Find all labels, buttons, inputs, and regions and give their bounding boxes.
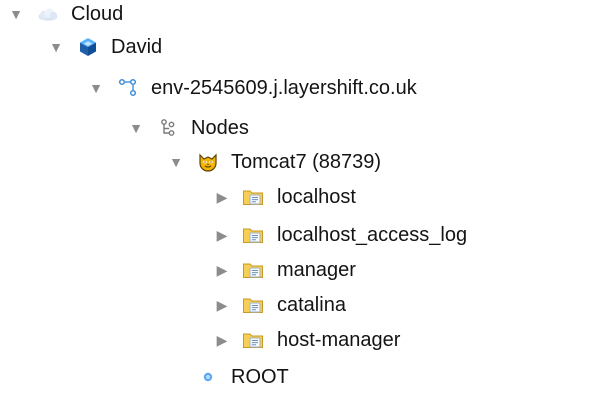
tree-row-host-manager[interactable]: ▶ host-manager	[212, 323, 401, 357]
expand-arrow-icon[interactable]: ▼	[126, 118, 146, 138]
tree-row-catalina[interactable]: ▶ catalina	[212, 288, 346, 322]
empty-toggle-space	[166, 367, 186, 387]
file-tree: ▼ Cloud ▼ David ▼ env-2545609.j.layershi…	[0, 0, 592, 392]
tree-row-localhost[interactable]: ▶ localhost	[212, 180, 356, 214]
provider-cube-icon	[76, 35, 100, 59]
tree-row-tomcat[interactable]: ▼ Tomcat7 (88739)	[166, 145, 381, 179]
cloud-icon	[36, 2, 60, 26]
tree-item-label: David	[111, 36, 163, 58]
expand-arrow-icon[interactable]: ▼	[166, 152, 186, 172]
log-folder-icon	[242, 185, 266, 209]
tree-item-label: manager	[277, 259, 356, 281]
collapse-arrow-icon[interactable]: ▶	[212, 187, 232, 207]
tree-item-label: host-manager	[277, 329, 401, 351]
tree-item-label: localhost	[277, 186, 356, 208]
tree-item-label: ROOT	[231, 366, 289, 388]
collapse-arrow-icon[interactable]: ▶	[212, 260, 232, 280]
environment-network-icon	[116, 76, 140, 100]
tomcat-cat-icon	[196, 150, 220, 174]
tree-item-label: Tomcat7 (88739)	[231, 151, 382, 173]
tree-row-david[interactable]: ▼ David	[46, 30, 162, 64]
tree-row-cloud[interactable]: ▼ Cloud	[6, 0, 123, 31]
tree-row-localhost-access-log[interactable]: ▶ localhost_access_log	[212, 218, 468, 252]
collapse-arrow-icon[interactable]: ▶	[212, 330, 232, 350]
tree-item-label: catalina	[277, 294, 346, 316]
tree-row-nodes[interactable]: ▼ Nodes	[126, 111, 249, 145]
expand-arrow-icon[interactable]: ▼	[46, 37, 66, 57]
log-folder-icon	[242, 258, 266, 282]
log-folder-icon	[242, 223, 266, 247]
collapse-arrow-icon[interactable]: ▶	[212, 295, 232, 315]
log-folder-icon	[242, 328, 266, 352]
tree-row-environment[interactable]: ▼ env-2545609.j.layershift.co.uk	[86, 71, 417, 105]
tree-item-label: Nodes	[191, 117, 249, 139]
collapse-arrow-icon[interactable]: ▶	[212, 225, 232, 245]
tree-row-manager[interactable]: ▶ manager	[212, 253, 356, 287]
tree-item-label: localhost_access_log	[277, 224, 468, 246]
expand-arrow-icon[interactable]: ▼	[86, 78, 106, 98]
root-dot-icon	[196, 365, 220, 389]
expand-arrow-icon[interactable]: ▼	[6, 4, 26, 24]
tree-item-label: Cloud	[71, 3, 124, 25]
log-folder-icon	[242, 293, 266, 317]
tree-item-label: env-2545609.j.layershift.co.uk	[151, 77, 417, 99]
nodes-tree-icon	[156, 116, 180, 140]
tree-row-root[interactable]: ROOT	[166, 360, 289, 394]
